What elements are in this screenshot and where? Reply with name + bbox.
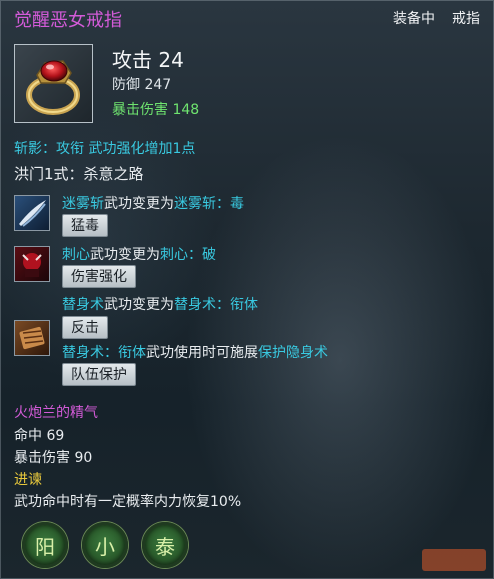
red-gem-ring-icon	[14, 44, 93, 123]
skill-line-effect: 武功强化增加1点	[84, 141, 196, 157]
yang-gem-icon[interactable]: 阳	[22, 522, 68, 568]
skill1-change-text: 武功变更为	[104, 196, 174, 212]
skill3-result: 替身术：衔体	[174, 297, 258, 313]
equipped-label: 装备中	[393, 11, 435, 27]
skill3-second-option-button[interactable]: 队伍保护	[62, 363, 136, 386]
skill2-change-text: 武功变更为	[90, 247, 160, 263]
bonus-title: 火炮兰的精气	[14, 405, 98, 421]
attack-stat: 攻击 24	[112, 48, 184, 72]
skill3-extra-name: 替身术：	[62, 345, 118, 361]
item-title: 觉醒恶女戒指	[14, 10, 122, 31]
skill2-change-line: 刺心武功变更为刺心：破	[62, 244, 216, 264]
skill3-option-button[interactable]: 反击	[62, 316, 108, 339]
slot-label: 戒指	[452, 11, 480, 27]
skill-line-skill: 攻衔	[56, 141, 84, 157]
small-gem-icon[interactable]: 小	[82, 522, 128, 568]
skill3-change-line: 替身术武功变更为替身术：衔体	[62, 294, 258, 314]
skill3-extra-skill: 衔体	[118, 345, 146, 361]
skill2-result: 刺心：破	[160, 247, 216, 263]
tai-gem-icon[interactable]: 泰	[142, 522, 188, 568]
bonus-hit-stat: 命中 69	[14, 428, 65, 444]
skill-enhance-line: 斩影：攻衔 武功强化增加1点	[14, 138, 195, 158]
skill2-name: 刺心	[62, 247, 90, 263]
skill1-option-button[interactable]: 猛毒	[62, 214, 108, 237]
brown-scroll-skill-icon	[14, 320, 50, 356]
style-name: 洪门1式：杀意之路	[14, 165, 144, 183]
skill-line-prefix: 斩影：	[14, 141, 56, 157]
defense-stat: 防御 247	[112, 77, 172, 93]
skill3-extra-text: 武功使用时可施展	[146, 345, 258, 361]
crit-damage-stat: 暴击伤害 148	[112, 102, 200, 118]
bonus-progress-title: 进谏	[14, 472, 42, 488]
skill1-result: 迷雾斩：毒	[174, 196, 244, 212]
skill1-change-line: 迷雾斩武功变更为迷雾斩：毒	[62, 193, 244, 213]
skill3-change-text: 武功变更为	[104, 297, 174, 313]
skill3-name: 替身术	[62, 297, 104, 313]
skill1-name: 迷雾斩	[62, 196, 104, 212]
bonus-progress-desc: 武功命中时有一定概率内力恢复10%	[14, 494, 242, 510]
bonus-crit-stat: 暴击伤害 90	[14, 450, 93, 466]
skill3-extra-line: 替身术：衔体武功使用时可施展保护隐身术	[62, 342, 328, 362]
watermark-logo	[422, 549, 486, 571]
skill3-extra-result: 保护隐身术	[258, 345, 328, 361]
skill2-option-button[interactable]: 伤害强化	[62, 265, 136, 288]
red-demon-skill-icon	[14, 246, 50, 282]
blue-slash-skill-icon	[14, 195, 50, 231]
